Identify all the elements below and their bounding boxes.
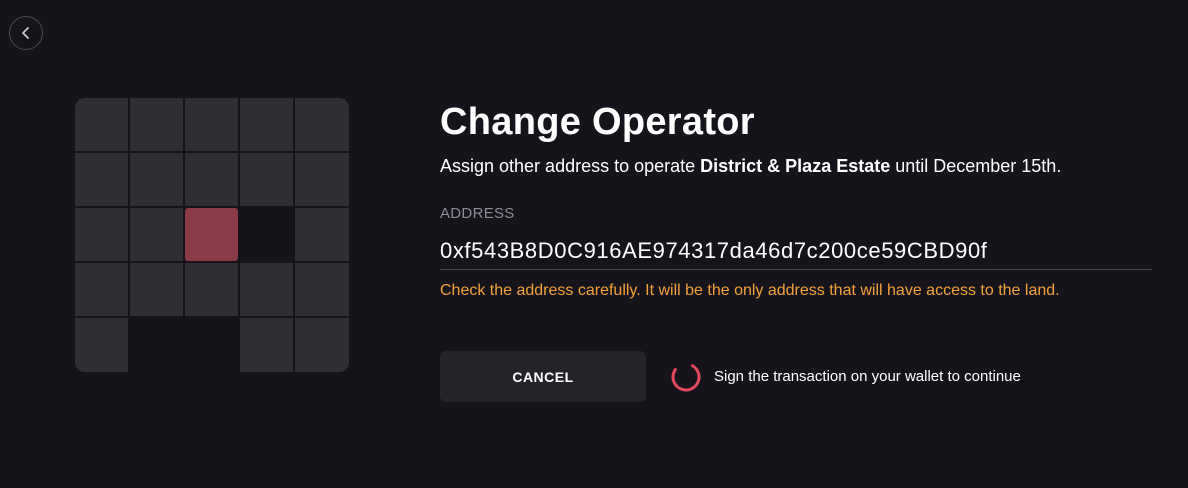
change-operator-page: Change Operator Assign other address to … — [0, 0, 1188, 488]
map-parcel — [130, 263, 183, 316]
map-parcel — [130, 98, 183, 151]
estate-map — [75, 98, 349, 372]
map-parcel — [295, 263, 349, 316]
map-parcel — [130, 208, 183, 261]
operator-form: Change Operator Assign other address to … — [440, 96, 1160, 402]
map-parcel — [240, 263, 293, 316]
loader-text: Sign the transaction on your wallet to c… — [714, 368, 1021, 385]
cancel-button[interactable]: CANCEL — [440, 351, 646, 402]
map-parcel — [240, 153, 293, 206]
map-parcel — [185, 263, 238, 316]
address-input[interactable] — [440, 232, 1152, 270]
map-parcel — [185, 98, 238, 151]
map-parcel — [75, 318, 128, 372]
map-parcel-empty — [130, 318, 183, 372]
map-parcel — [75, 208, 128, 261]
page-title: Change Operator — [440, 101, 755, 143]
map-parcel — [75, 153, 128, 206]
map-parcel — [240, 318, 293, 372]
map-parcel — [75, 263, 128, 316]
back-button[interactable] — [9, 16, 43, 50]
subtitle-suffix: until December 15th. — [890, 156, 1062, 176]
map-parcel — [240, 98, 293, 151]
map-parcel — [185, 153, 238, 206]
map-parcel-selected — [185, 208, 238, 261]
address-warning: Check the address carefully. It will be … — [440, 282, 1060, 299]
map-parcel — [295, 318, 349, 372]
map-parcel-empty — [185, 318, 238, 372]
map-parcel — [295, 98, 349, 151]
address-label: ADDRESS — [440, 205, 515, 222]
transaction-loader: Sign the transaction on your wallet to c… — [670, 361, 1021, 393]
estate-name: District & Plaza Estate — [700, 156, 891, 176]
map-parcel — [75, 98, 128, 151]
map-parcel — [130, 153, 183, 206]
spinner-icon — [670, 361, 702, 393]
page-subtitle: Assign other address to operate District… — [440, 152, 1160, 180]
map-parcel-empty — [240, 208, 293, 261]
map-parcel — [295, 153, 349, 206]
map-parcel — [295, 208, 349, 261]
chevron-left-icon — [20, 26, 32, 40]
subtitle-prefix: Assign other address to operate — [440, 156, 701, 176]
form-actions: CANCEL Sign the transaction on your wall… — [440, 351, 1021, 402]
